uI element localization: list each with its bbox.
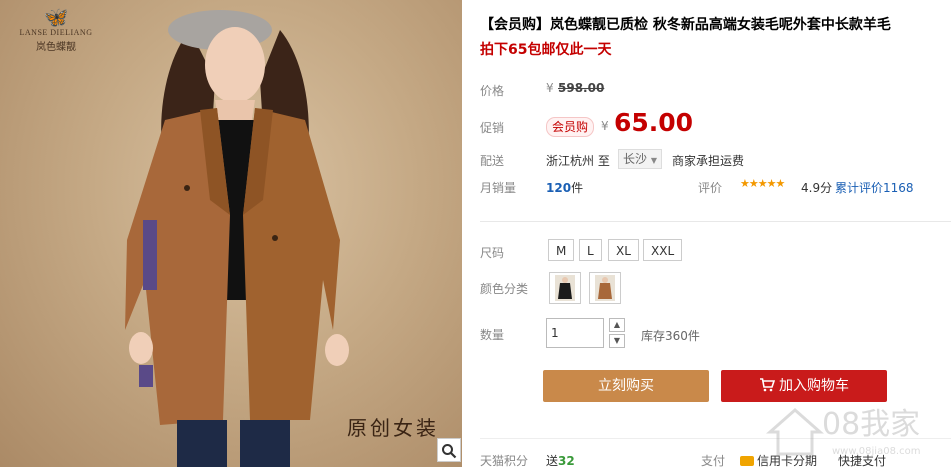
product-subtitle: 拍下65包邮仅此一天 (480, 42, 612, 58)
black-coat-thumbnail (555, 275, 575, 301)
slogan-text: 原创女装 (347, 416, 439, 440)
brand-name-cn: 岚色蝶靓 (36, 42, 76, 53)
original-currency: ¥ (546, 81, 554, 95)
promo-price: 65.00 (614, 108, 694, 137)
size-option-xxl[interactable]: XXL (643, 239, 683, 261)
tmall-points-label: 天猫积分 (480, 454, 529, 468)
rating-label: 评价 (698, 181, 723, 195)
shipping-from: 浙江杭州 至 (546, 154, 610, 168)
camel-coat-thumbnail (595, 275, 615, 301)
sales-unit: 件 (571, 181, 584, 195)
review-count-link[interactable]: 累计评价1168 (835, 179, 914, 196)
size-label: 尺码 (480, 246, 505, 260)
payment-credit-installment[interactable]: 信用卡分期 (740, 452, 817, 469)
shipping-note: 商家承担运费 (672, 154, 745, 168)
product-detail-panel: 【会员购】岚色蝶靓已质检 秋冬新品高端女装毛呢外套中长款羊毛 拍下65包邮仅此一… (480, 0, 951, 469)
rating-score: 4.9分 (801, 181, 833, 195)
chevron-down-icon: ▼ (650, 156, 657, 165)
model-illustration (125, 10, 349, 467)
product-title: 【会员购】岚色蝶靓已质检 秋冬新品高端女装毛呢外套中长款羊毛 (480, 17, 891, 33)
butterfly-icon: 🦋 (43, 5, 69, 29)
sales-count: 120 (546, 181, 572, 195)
color-option-camel[interactable] (589, 272, 621, 304)
quantity-decrease-button[interactable]: ▼ (609, 334, 625, 348)
promo-currency: ¥ (601, 119, 609, 133)
stock-count: 库存360件 (641, 329, 700, 343)
promo-label: 促销 (480, 121, 505, 135)
cart-icon (760, 378, 776, 392)
destination-city-select[interactable]: 长沙 ▼ (618, 149, 662, 169)
add-to-cart-button[interactable]: 加入购物车 (721, 370, 887, 402)
quantity-increase-button[interactable]: ▲ (609, 318, 625, 332)
member-badge: 会员购 (546, 117, 595, 137)
quantity-label: 数量 (480, 328, 505, 342)
color-label: 颜色分类 (480, 282, 529, 296)
original-price: 598.00 (558, 81, 605, 95)
points-value: 32 (558, 454, 575, 468)
brand-name-en: LANSE DIELIANG (19, 28, 93, 37)
brand-logo: 🦋 LANSE DIELIANG 岚色蝶靓 (14, 6, 98, 53)
add-to-cart-label: 加入购物车 (779, 378, 849, 394)
divider (480, 438, 951, 439)
magnifier-icon[interactable] (437, 438, 461, 462)
divider (480, 221, 951, 222)
buy-now-button[interactable]: 立刻购买 (543, 370, 709, 402)
product-image[interactable]: 🦋 LANSE DIELIANG 岚色蝶靓 原创女装 (0, 0, 462, 467)
chevron-up-icon: ▲ (613, 320, 621, 329)
tmall-points: 送32 (546, 452, 575, 469)
rating-stars: ★★★★★ (740, 177, 785, 190)
chevron-down-icon: ▼ (613, 336, 621, 345)
shipping-label: 配送 (480, 154, 505, 168)
payment-quick-pay[interactable]: 快捷支付 (838, 452, 886, 469)
monthly-sales-label: 月销量 (480, 181, 517, 195)
color-option-black[interactable] (549, 272, 581, 304)
size-option-m[interactable]: M (548, 239, 575, 261)
credit-card-icon (740, 456, 754, 466)
size-option-xl[interactable]: XL (608, 239, 639, 261)
size-option-l[interactable]: L (579, 239, 602, 261)
price-label: 价格 (480, 84, 505, 98)
points-prefix: 送 (546, 454, 559, 468)
destination-city: 长沙 (623, 152, 648, 166)
payment-option-1: 信用卡分期 (757, 454, 818, 468)
payment-label: 支付 (701, 454, 726, 468)
quantity-input[interactable]: 1 (546, 318, 604, 348)
monthly-sales: 120件 (546, 179, 583, 196)
